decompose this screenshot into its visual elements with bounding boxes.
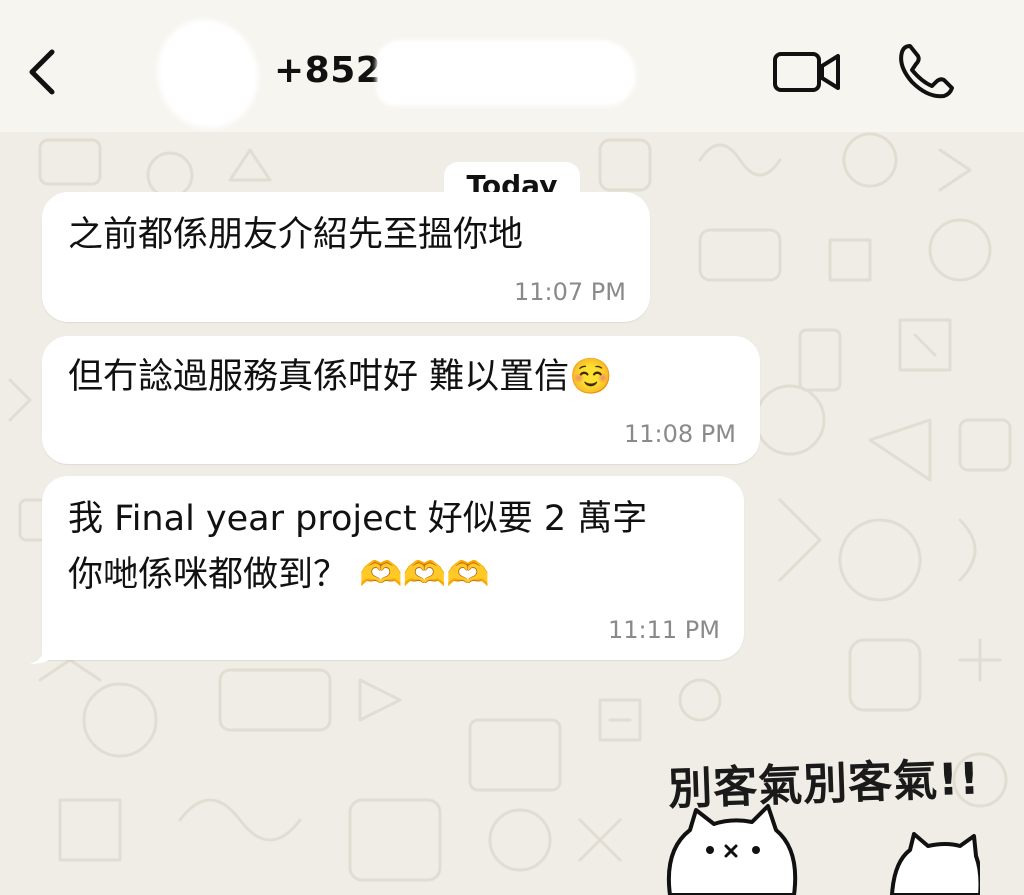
message-text: 我 Final year project 好似要 2 萬字	[68, 499, 648, 539]
contact-name[interactable]: +852	[274, 50, 381, 91]
redacted-name	[376, 40, 636, 106]
message-bubble[interactable]: 之前都係朋友介紹先至搵你地 11:07 PM	[42, 192, 650, 322]
message-bubble[interactable]: 但冇諗過服務真係咁好 難以置信☺️ 11:08 PM	[42, 336, 760, 464]
chevron-left-icon[interactable]	[22, 46, 62, 98]
message-bubble[interactable]: 我 Final year project 好似要 2 萬字 你哋係咪都做到？ 🫶…	[42, 476, 744, 660]
video-camera-icon[interactable]	[772, 48, 842, 96]
message-timestamp: 11:07 PM	[514, 278, 626, 306]
cat-sticker-icon[interactable]	[660, 800, 980, 895]
phone-icon[interactable]	[896, 42, 956, 100]
message-text: 你哋係咪都做到？ 🫶🫶🫶	[68, 555, 490, 595]
message-timestamp: 11:11 PM	[608, 616, 720, 644]
message-timestamp: 11:08 PM	[624, 420, 736, 448]
bubble-tail	[30, 636, 58, 664]
chat-header: +852	[0, 0, 1024, 132]
message-text: 但冇諗過服務真係咁好 難以置信☺️	[68, 357, 613, 397]
avatar[interactable]	[158, 20, 258, 128]
message-text: 之前都係朋友介紹先至搵你地	[68, 215, 524, 255]
